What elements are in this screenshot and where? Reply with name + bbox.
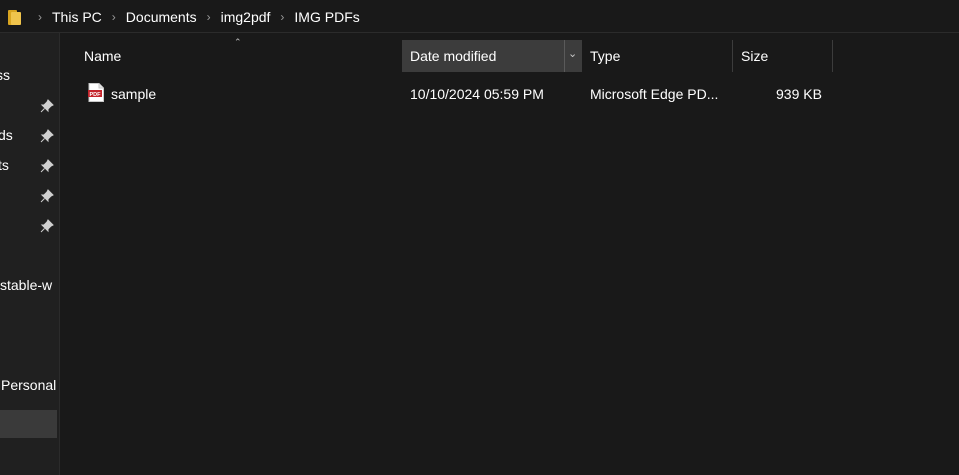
nav-item[interactable] bbox=[0, 214, 59, 238]
pin-icon bbox=[40, 189, 54, 203]
nav-item[interactable]: ss bbox=[0, 64, 59, 88]
breadcrumb: › This PC › Documents › img2pdf › IMG PD… bbox=[8, 0, 360, 33]
nav-item-selected[interactable] bbox=[0, 410, 57, 438]
file-name[interactable]: sample bbox=[111, 86, 156, 102]
chevron-right-icon[interactable]: › bbox=[276, 10, 288, 24]
chevron-right-icon[interactable]: › bbox=[34, 10, 46, 24]
chevron-right-icon[interactable]: › bbox=[108, 10, 120, 24]
column-header-name-label: Name bbox=[84, 48, 122, 64]
address-bar[interactable]: › This PC › Documents › img2pdf › IMG PD… bbox=[0, 0, 959, 33]
file-date-modified: 10/10/2024 05:59 PM bbox=[410, 86, 544, 102]
breadcrumb-item-documents[interactable]: Documents bbox=[126, 9, 197, 25]
breadcrumb-item-this-pc[interactable]: This PC bbox=[52, 9, 102, 25]
file-type: Microsoft Edge PD... bbox=[590, 86, 719, 102]
column-header-size-label: Size bbox=[741, 48, 769, 64]
pdf-file-icon: PDF bbox=[88, 83, 104, 102]
pin-icon bbox=[40, 219, 54, 233]
column-header-date-label: Date modified bbox=[410, 48, 497, 64]
column-header-date-modified[interactable]: Date modified ⌄ bbox=[402, 40, 582, 72]
folder-icon bbox=[8, 9, 22, 25]
file-size: 939 KB bbox=[776, 86, 822, 102]
nav-item[interactable]: ds bbox=[0, 124, 59, 148]
column-header-name[interactable]: ⌃ Name bbox=[76, 37, 402, 72]
breadcrumb-item-img2pdf[interactable]: img2pdf bbox=[221, 9, 271, 25]
nav-item-label: Personal bbox=[1, 377, 57, 393]
file-list[interactable]: ⌃ Name Date modified ⌄ Type Size PDF sam… bbox=[61, 33, 959, 475]
column-header-type-label: Type bbox=[590, 48, 621, 64]
chevron-down-icon: ⌄ bbox=[568, 48, 578, 60]
breadcrumb-item-img-pdfs[interactable]: IMG PDFs bbox=[294, 9, 359, 25]
file-row[interactable]: PDF sample 10/10/2024 05:59 PM Microsoft… bbox=[82, 80, 862, 108]
column-header-type[interactable]: Type bbox=[582, 40, 733, 72]
nav-item[interactable] bbox=[0, 184, 59, 208]
nav-item-label: stable-w bbox=[0, 277, 53, 293]
nav-item-label: ds bbox=[0, 127, 13, 143]
navigation-pane[interactable]: ss ds ts stable-w Personal bbox=[0, 33, 60, 475]
column-divider[interactable] bbox=[832, 40, 833, 72]
nav-item[interactable] bbox=[0, 94, 59, 118]
nav-item-label: ts bbox=[0, 157, 9, 173]
column-filter-dropdown[interactable]: ⌄ bbox=[564, 40, 582, 72]
pin-icon bbox=[40, 129, 54, 143]
nav-item-label: ss bbox=[0, 67, 10, 83]
pin-icon bbox=[40, 159, 54, 173]
column-header-row: ⌃ Name Date modified ⌄ Type Size bbox=[61, 37, 959, 72]
pdf-icon-label: PDF bbox=[90, 92, 102, 98]
chevron-right-icon[interactable]: › bbox=[203, 10, 215, 24]
nav-item[interactable]: stable-w bbox=[0, 274, 59, 298]
sort-up-icon: ⌃ bbox=[234, 37, 242, 47]
pin-icon bbox=[40, 99, 54, 113]
column-header-size[interactable]: Size bbox=[733, 40, 832, 72]
nav-item[interactable]: ts bbox=[0, 154, 59, 178]
nav-item[interactable]: Personal bbox=[0, 374, 59, 398]
